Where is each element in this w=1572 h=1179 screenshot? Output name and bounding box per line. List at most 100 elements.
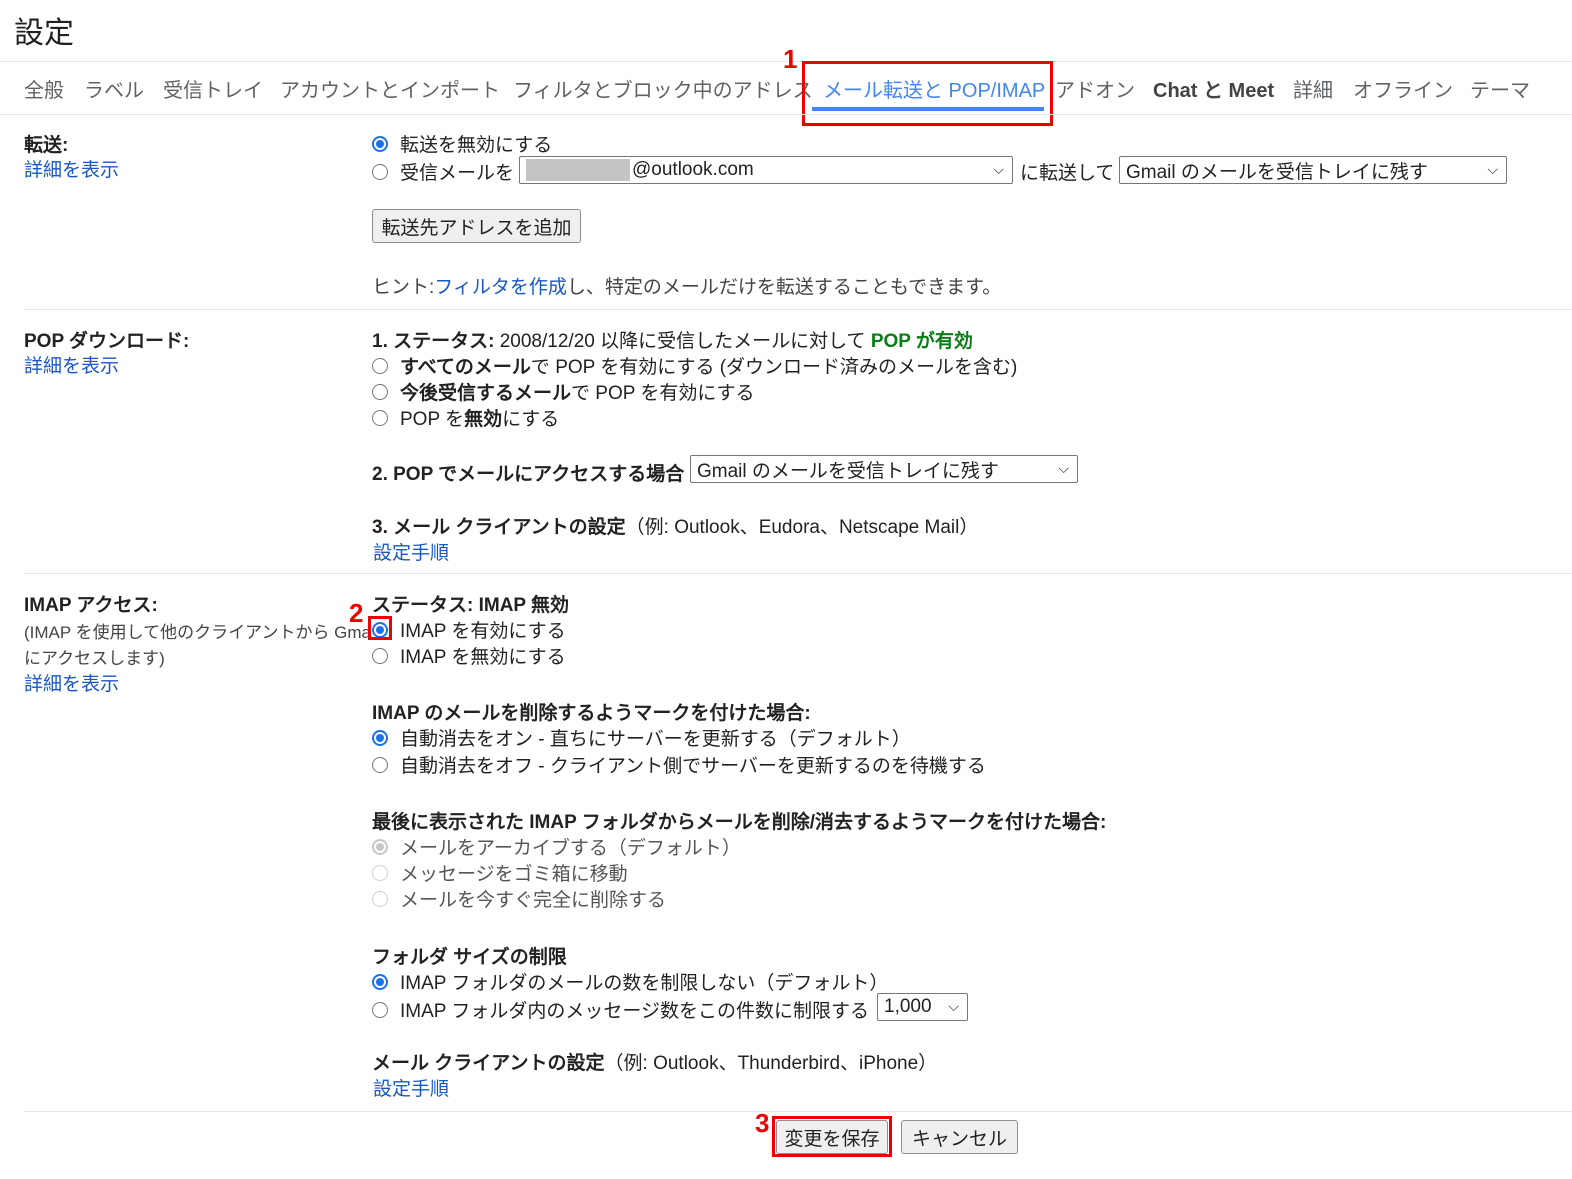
imap-expunge-off-option[interactable]: 自動消去をオフ - クライアント側でサーバーを更新するのを待機する — [372, 751, 986, 778]
select-value: Gmail のメールを受信トレイに残す — [697, 460, 999, 482]
select-value: 1,000 — [884, 996, 932, 1017]
imap-folder-size-heading: フォルダ サイズの制限 — [372, 947, 567, 968]
imap-description-line1: (IMAP を使用して他のクライアントから Gmail — [24, 623, 370, 642]
option-bold: 無効 — [464, 409, 503, 430]
cancel-button[interactable]: キャンセル — [901, 1120, 1018, 1154]
create-filter-link[interactable]: フィルタを作成 — [434, 272, 567, 299]
pop-all-mail-radio[interactable] — [372, 357, 388, 374]
imap-enable-option[interactable]: IMAP を有効にする — [372, 616, 566, 643]
imap-folder-limit-radio[interactable] — [372, 1001, 388, 1018]
pop-all-mail-option[interactable]: すべてのメール で POP を有効にする (ダウンロード済みのメールを含む) — [372, 352, 1017, 379]
imap-folder-limit-select[interactable]: 1,000 ⌵ — [877, 993, 968, 1021]
chevron-down-icon: ⌵ — [1487, 161, 1498, 177]
tab-addons[interactable]: アドオン — [1055, 74, 1135, 103]
imap-status: ステータス: IMAP 無効 — [372, 595, 570, 616]
pop-client-label: 3. メール クライアントの設定 — [372, 517, 626, 538]
imap-folder-limit-option[interactable]: IMAP フォルダ内のメッセージ数をこの件数に制限する — [372, 996, 869, 1023]
imap-expunge-on-radio[interactable] — [372, 729, 388, 746]
hint-suffix: し、特定のメールだけを転送することもできます。 — [566, 277, 1002, 298]
imap-disable-option[interactable]: IMAP を無効にする — [372, 642, 566, 669]
add-forwarding-address-button[interactable]: 転送先アドレスを追加 — [372, 209, 581, 243]
imap-expunge-off-radio[interactable] — [372, 756, 388, 773]
pop-details-link[interactable]: 詳細を表示 — [24, 351, 119, 378]
pop-setup-instructions-link[interactable]: 設定手順 — [373, 538, 449, 565]
imap-folder-unlimited-radio[interactable] — [372, 973, 388, 990]
address-suffix: @outlook.com — [632, 159, 754, 180]
tab-filters[interactable]: フィルタとブロック中のアドレス — [513, 74, 813, 103]
annotation-box-2 — [368, 616, 392, 640]
pop-disable-radio[interactable] — [372, 409, 388, 426]
tab-labels[interactable]: ラベル — [84, 74, 144, 103]
pop-new-mail-option[interactable]: 今後受信するメール で POP を有効にする — [372, 378, 755, 405]
imap-disable-radio[interactable] — [372, 647, 388, 664]
imap-client-label: メール クライアントの設定 — [372, 1053, 605, 1074]
option-bold: すべてのメール — [400, 357, 531, 378]
imap-label: IMAP アクセス: — [24, 595, 158, 616]
tab-inbox[interactable]: 受信トレイ — [163, 74, 263, 103]
pop-client-setup: 3. メール クライアントの設定 （例: Outlook、Eudora、Nets… — [372, 512, 978, 539]
option-label: IMAP フォルダのメールの数を制限しない（デフォルト） — [400, 973, 889, 994]
forward-address-select[interactable]: @outlook.com ⌵ — [519, 156, 1013, 184]
option-label: で POP を有効にする (ダウンロード済みのメールを含む) — [530, 357, 1018, 378]
hint-prefix: ヒント: — [372, 277, 435, 298]
option-bold: 今後受信するメール — [400, 383, 572, 404]
pop-client-examples: （例: Outlook、Eudora、Netscape Mail） — [625, 517, 979, 538]
option-label: にする — [502, 409, 560, 430]
option-label: 自動消去をオフ - クライアント側でサーバーを更新するのを待機する — [400, 756, 986, 777]
tab-accounts-import[interactable]: アカウントとインポート — [280, 74, 500, 103]
option-label: メールを今すぐ完全に削除する — [400, 890, 667, 911]
tab-advanced[interactable]: 詳細 — [1293, 74, 1333, 103]
chevron-down-icon: ⌵ — [948, 998, 959, 1014]
forwarding-label: 転送: — [24, 135, 69, 156]
forwarding-disable-radio[interactable] — [372, 135, 388, 152]
divider — [24, 309, 1572, 310]
annotation-marker-2: 2 — [349, 598, 364, 628]
option-label: IMAP フォルダ内のメッセージ数をこの件数に制限する — [400, 1001, 870, 1022]
select-value: Gmail のメールを受信トレイに残す — [1126, 161, 1428, 183]
imap-client-setup: メール クライアントの設定 （例: Outlook、Thunderbird、iP… — [372, 1048, 937, 1075]
imap-details-link[interactable]: 詳細を表示 — [24, 669, 119, 696]
divider — [24, 1111, 1572, 1112]
divider — [0, 114, 1572, 115]
forward-action-select[interactable]: Gmail のメールを受信トレイに残す ⌵ — [1119, 156, 1507, 184]
masked-address — [526, 159, 630, 181]
imap-trash-radio[interactable] — [372, 864, 388, 881]
imap-archive-radio[interactable] — [372, 838, 388, 855]
option-label: で POP を有効にする — [571, 383, 755, 404]
imap-delete-forever-radio[interactable] — [372, 890, 388, 907]
pop-access-select[interactable]: Gmail のメールを受信トレイに残す ⌵ — [690, 455, 1078, 483]
pop-status-label: 1. ステータス: — [372, 331, 495, 352]
pop-new-mail-radio[interactable] — [372, 383, 388, 400]
imap-description-line2: にアクセスします) — [24, 649, 165, 668]
pop-access-label: 2. POP でメールにアクセスする場合 — [372, 464, 685, 485]
chevron-down-icon: ⌵ — [993, 161, 1004, 177]
imap-setup-instructions-link[interactable]: 設定手順 — [373, 1074, 449, 1101]
annotation-box-1 — [802, 61, 1053, 126]
forwarding-details-link[interactable]: 詳細を表示 — [24, 155, 119, 182]
imap-expunge-heading: IMAP のメールを削除するようマークを付けた場合: — [372, 703, 811, 724]
option-label: 自動消去をオン - 直ちにサーバーを更新する（デフォルト） — [400, 729, 911, 750]
option-label: メッセージをゴミ箱に移動 — [400, 864, 628, 885]
imap-trash-option[interactable]: メッセージをゴミ箱に移動 — [372, 859, 628, 886]
forwarding-enable-radio[interactable] — [372, 163, 388, 180]
annotation-box-3 — [772, 1116, 892, 1157]
tab-offline[interactable]: オフライン — [1353, 74, 1453, 103]
tab-themes[interactable]: テーマ — [1470, 74, 1530, 103]
pop-disable-option[interactable]: POP を 無効 にする — [372, 404, 559, 431]
tab-chat-meet[interactable]: Chat と Meet — [1153, 74, 1274, 103]
option-label: 転送を無効にする — [400, 135, 553, 156]
imap-expunge-on-option[interactable]: 自動消去をオン - 直ちにサーバーを更新する（デフォルト） — [372, 724, 911, 751]
divider — [24, 573, 1572, 574]
imap-folder-unlimited-option[interactable]: IMAP フォルダのメールの数を制限しない（デフォルト） — [372, 968, 888, 995]
forwarding-enable-option[interactable]: 受信メールを — [372, 158, 514, 185]
forwarding-disable-option[interactable]: 転送を無効にする — [372, 130, 552, 157]
imap-archive-option[interactable]: メールをアーカイブする（デフォルト） — [372, 833, 741, 860]
imap-delete-forever-option[interactable]: メールを今すぐ完全に削除する — [372, 885, 666, 912]
imap-client-examples: （例: Outlook、Thunderbird、iPhone） — [604, 1053, 938, 1074]
imap-deleted-heading: 最後に表示された IMAP フォルダからメールを削除/消去するようマークを付けた… — [372, 812, 1107, 833]
forward-middle-text: に転送して — [1020, 163, 1115, 184]
pop-label: POP ダウンロード: — [24, 331, 190, 352]
option-label: IMAP を有効にする — [400, 621, 566, 642]
tab-general[interactable]: 全般 — [24, 74, 64, 103]
option-label: 受信メールを — [400, 163, 515, 184]
